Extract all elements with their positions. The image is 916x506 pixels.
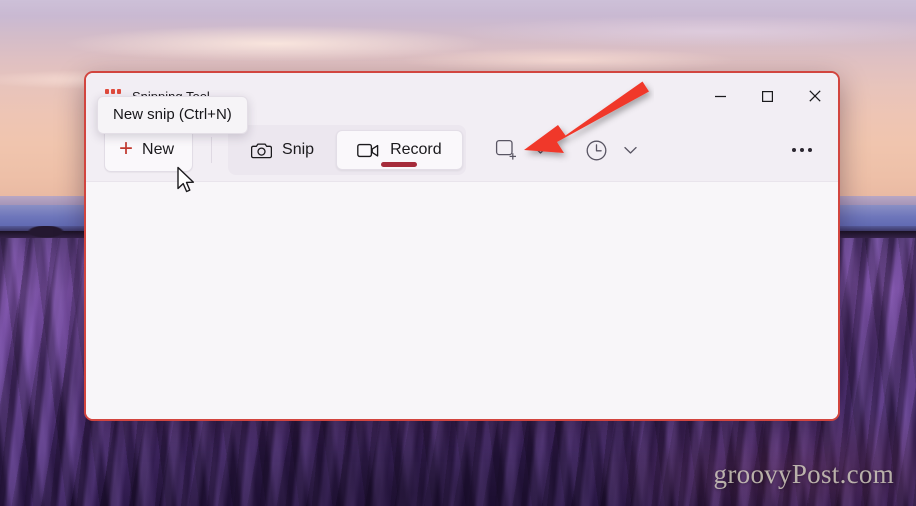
toolbar-divider (211, 137, 213, 163)
plus-icon: + (119, 135, 134, 162)
ellipsis-icon (808, 148, 812, 152)
ellipsis-icon (792, 148, 796, 152)
minimize-icon (715, 95, 726, 97)
chevron-down-icon (624, 146, 637, 154)
minimize-button[interactable] (697, 73, 744, 119)
camera-icon (251, 142, 273, 158)
active-tab-indicator (381, 162, 418, 167)
tab-record-label: Record (390, 141, 442, 158)
ellipsis-icon (800, 148, 804, 152)
maximize-button[interactable] (744, 73, 791, 119)
snip-mode-button[interactable] (488, 131, 526, 169)
chevron-down-icon (534, 146, 547, 154)
close-button[interactable] (791, 73, 838, 119)
new-snip-button[interactable]: + New (104, 128, 194, 172)
more-options-button[interactable] (782, 131, 822, 169)
watermark: groovyPost.com (713, 459, 894, 489)
capture-mode-toggle: Snip Record (228, 125, 466, 175)
desktop-wallpaper: groovyPost.com Snipping Tool (0, 0, 916, 506)
tab-snip[interactable]: Snip (231, 131, 334, 169)
delay-timer-group (578, 131, 644, 169)
snip-mode-group (488, 131, 554, 169)
delay-timer-button[interactable] (578, 131, 616, 169)
capture-canvas[interactable] (86, 181, 838, 419)
tab-record[interactable]: Record (336, 130, 463, 170)
window-controls (697, 73, 838, 119)
new-button-label: New (142, 141, 175, 158)
snip-mode-dropdown[interactable] (528, 131, 554, 169)
delay-timer-dropdown[interactable] (618, 131, 644, 169)
new-snip-tooltip: New snip (Ctrl+N) (97, 96, 248, 134)
video-camera-icon (357, 143, 379, 157)
tab-snip-label: Snip (282, 141, 315, 158)
clock-icon (586, 140, 607, 160)
maximize-icon (762, 90, 774, 102)
rectangle-plus-icon (496, 139, 517, 160)
close-icon (808, 90, 821, 102)
